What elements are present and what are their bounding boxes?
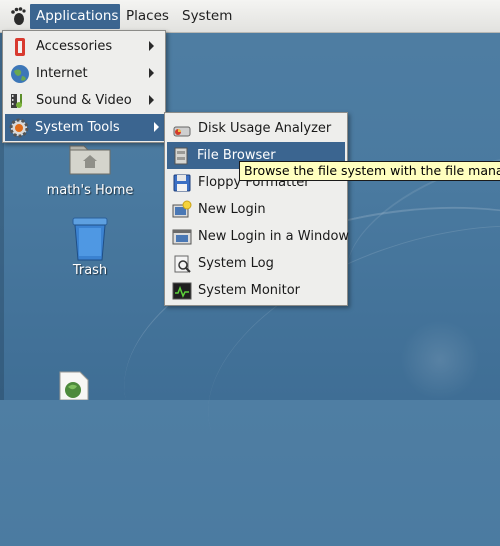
menu-item-label: Internet [36,66,88,81]
desktop-icon-document[interactable] [56,370,96,401]
menu-item-label: Sound & Video [36,93,132,108]
menu-item-label: New Login [198,202,266,217]
menu-item-label: System Log [198,256,274,271]
submenu-arrow-icon [149,41,154,51]
menu-item-label: System Tools [35,120,120,135]
disk-usage-icon [173,126,191,137]
menu-item-label: Accessories [36,39,113,54]
menu-item-system-tools[interactable]: System Tools [5,114,167,141]
system-log-icon [174,255,191,273]
new-login-window-icon [172,229,192,245]
menu-item-new-login[interactable]: New Login [168,196,344,223]
web-document-icon [59,371,89,401]
menu-item-label: Disk Usage Analyzer [198,121,332,136]
system-monitor-icon [172,282,192,300]
menu-item-sound-video[interactable]: Sound & Video [6,87,162,114]
top-panel: Applications Places System [0,0,500,33]
desktop-icon-label: Trash [72,263,108,278]
menu-item-accessories[interactable]: Accessories [6,33,162,60]
system-tools-menu: Disk Usage Analyzer File Browser Floppy … [164,112,349,306]
places-menu-button[interactable]: Places [120,4,175,29]
applications-menu-button[interactable]: Applications [30,4,120,29]
file-browser-tooltip: Browse the file system with the file man… [239,161,500,181]
internet-globe-icon [11,65,29,83]
gnome-foot-icon[interactable] [8,6,28,26]
menu-item-disk-usage-analyzer[interactable]: Disk Usage Analyzer [168,115,344,142]
system-menu-button[interactable]: System [176,4,238,29]
system-tools-gear-icon [9,118,29,138]
menu-item-new-login-window[interactable]: New Login in a Window [168,223,349,250]
menu-item-system-log[interactable]: System Log [168,250,344,277]
menu-item-system-monitor[interactable]: System Monitor [168,277,344,304]
file-cabinet-icon [174,147,188,165]
sound-video-icon [11,94,22,108]
menu-item-label: New Login in a Window [198,229,350,244]
menu-item-internet[interactable]: Internet [6,60,162,87]
applications-menu: Accessories Internet Sound & Video Syste… [2,30,167,143]
home-folder-icon [69,145,111,175]
floppy-icon [173,174,191,192]
wallpaper-glow [400,320,480,400]
desktop-icon-home[interactable]: math's Home [35,140,145,200]
submenu-arrow-icon [154,122,159,132]
desktop-icon-label: math's Home [46,183,134,198]
trash-icon [72,217,108,261]
desktop-icon-trash[interactable]: Trash [35,216,145,282]
submenu-arrow-icon [149,68,154,78]
submenu-arrow-icon [149,95,154,105]
menu-item-label: System Monitor [198,283,301,298]
accessories-icon [15,38,25,56]
new-login-icon [172,200,192,218]
